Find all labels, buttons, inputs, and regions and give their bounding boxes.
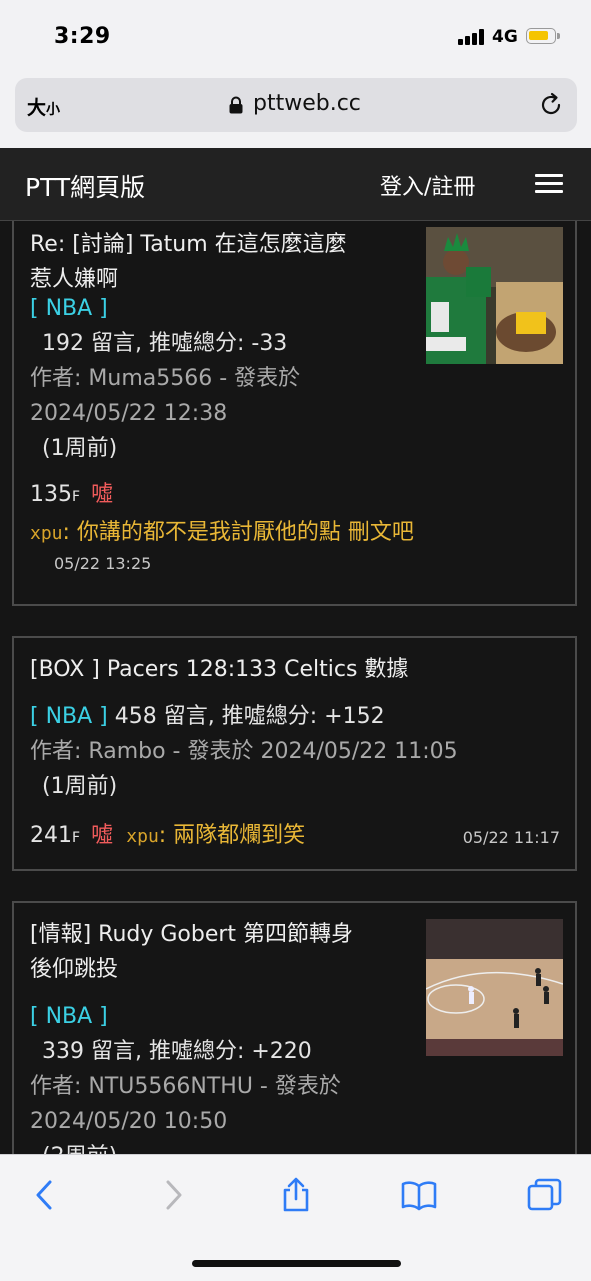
- post-age: (2周前): [30, 1139, 341, 1154]
- post-author: 作者: Rambo - 發表於 2024/05/22 11:05: [30, 739, 458, 764]
- post-date: 2024/05/20 10:50: [30, 1109, 228, 1134]
- login-register-link[interactable]: 登入/註冊: [380, 169, 475, 201]
- url-text[interactable]: pttweb.cc: [253, 91, 361, 116]
- reload-icon[interactable]: [538, 92, 564, 118]
- push-text: : 兩隊都爛到笑: [158, 823, 306, 848]
- post-thumbnail[interactable]: [426, 227, 563, 364]
- post-stats: 192 留言, 推噓總分: -33: [42, 331, 288, 356]
- network-type: 4G: [492, 27, 518, 47]
- push-text: : 你講的都不是我討厭他的點 刪文吧: [62, 520, 414, 545]
- menu-icon[interactable]: [535, 174, 563, 194]
- post-title[interactable]: Re: [討論] Tatum 在這怎麼這麼 惹人嫌啊: [30, 227, 347, 297]
- floor-number: 241F: [30, 823, 81, 848]
- post-title[interactable]: [BOX ] Pacers 128:133 Celtics 數據: [30, 652, 408, 687]
- push-user[interactable]: xpu: [30, 523, 63, 544]
- text-size-button[interactable]: 大小: [27, 93, 60, 120]
- post-author: 作者: Muma5566 - 發表於: [30, 366, 301, 391]
- site-brand[interactable]: PTT網頁版: [25, 168, 145, 204]
- board-tag[interactable]: [ NBA ]: [30, 999, 341, 1034]
- post-list: Re: [討論] Tatum 在這怎麼這麼 惹人嫌啊 [ NBA ] 192 留…: [0, 221, 591, 1154]
- status-time: 3:29: [54, 24, 111, 49]
- post-author: 作者: NTU5566NTHU - 發表於: [30, 1074, 341, 1099]
- push-time: 05/22 11:17: [462, 828, 560, 847]
- browser-address-area: 大小 pttweb.cc: [0, 76, 591, 148]
- battery-icon: [526, 28, 560, 44]
- bookmarks-icon[interactable]: [401, 1177, 437, 1213]
- push-time: 05/22 13:25: [54, 554, 152, 573]
- push-user[interactable]: xpu: [126, 826, 159, 847]
- floor-number: 135F: [30, 482, 81, 507]
- push-tag: 噓: [91, 823, 114, 848]
- board-tag[interactable]: [ NBA ]: [30, 291, 300, 326]
- post-date: 2024/05/22 12:38: [30, 401, 228, 426]
- push-comment: 135F 噓 xpu: 你講的都不是我討厭他的點 刪文吧 05/22 13:25: [30, 477, 414, 577]
- back-icon[interactable]: [27, 1177, 63, 1213]
- status-bar: 3:29 4G: [0, 0, 591, 76]
- post-card[interactable]: [BOX ] Pacers 128:133 Celtics 數據 [ NBA ]…: [12, 636, 577, 871]
- lock-icon: [229, 96, 243, 114]
- post-card[interactable]: Re: [討論] Tatum 在這怎麼這麼 惹人嫌啊 [ NBA ] 192 留…: [12, 221, 577, 606]
- push-tag: 噓: [91, 482, 114, 507]
- post-title[interactable]: [情報] Rudy Gobert 第四節轉身 後仰跳投: [30, 917, 353, 987]
- forward-icon[interactable]: [155, 1177, 191, 1213]
- share-icon[interactable]: [278, 1177, 314, 1213]
- home-indicator: [192, 1260, 401, 1267]
- address-bar[interactable]: 大小 pttweb.cc: [15, 78, 577, 132]
- post-thumbnail[interactable]: [426, 919, 563, 1056]
- signal-icon: [458, 29, 486, 45]
- tabs-icon[interactable]: [527, 1177, 563, 1213]
- post-stats: 339 留言, 推噓總分: +220: [42, 1039, 312, 1064]
- post-age: (1周前): [42, 436, 118, 461]
- push-comment: 241F 噓 xpu: 兩隊都爛到笑 05/22 11:17: [30, 818, 560, 856]
- post-stats: 458 留言, 推噓總分: +152: [114, 704, 385, 729]
- post-card[interactable]: [情報] Rudy Gobert 第四節轉身 後仰跳投 [ NBA ] 339 …: [12, 901, 577, 1154]
- site-header: PTT網頁版 登入/註冊: [0, 148, 591, 221]
- post-age: (1周前): [42, 774, 118, 799]
- board-tag[interactable]: [ NBA ]: [30, 704, 108, 729]
